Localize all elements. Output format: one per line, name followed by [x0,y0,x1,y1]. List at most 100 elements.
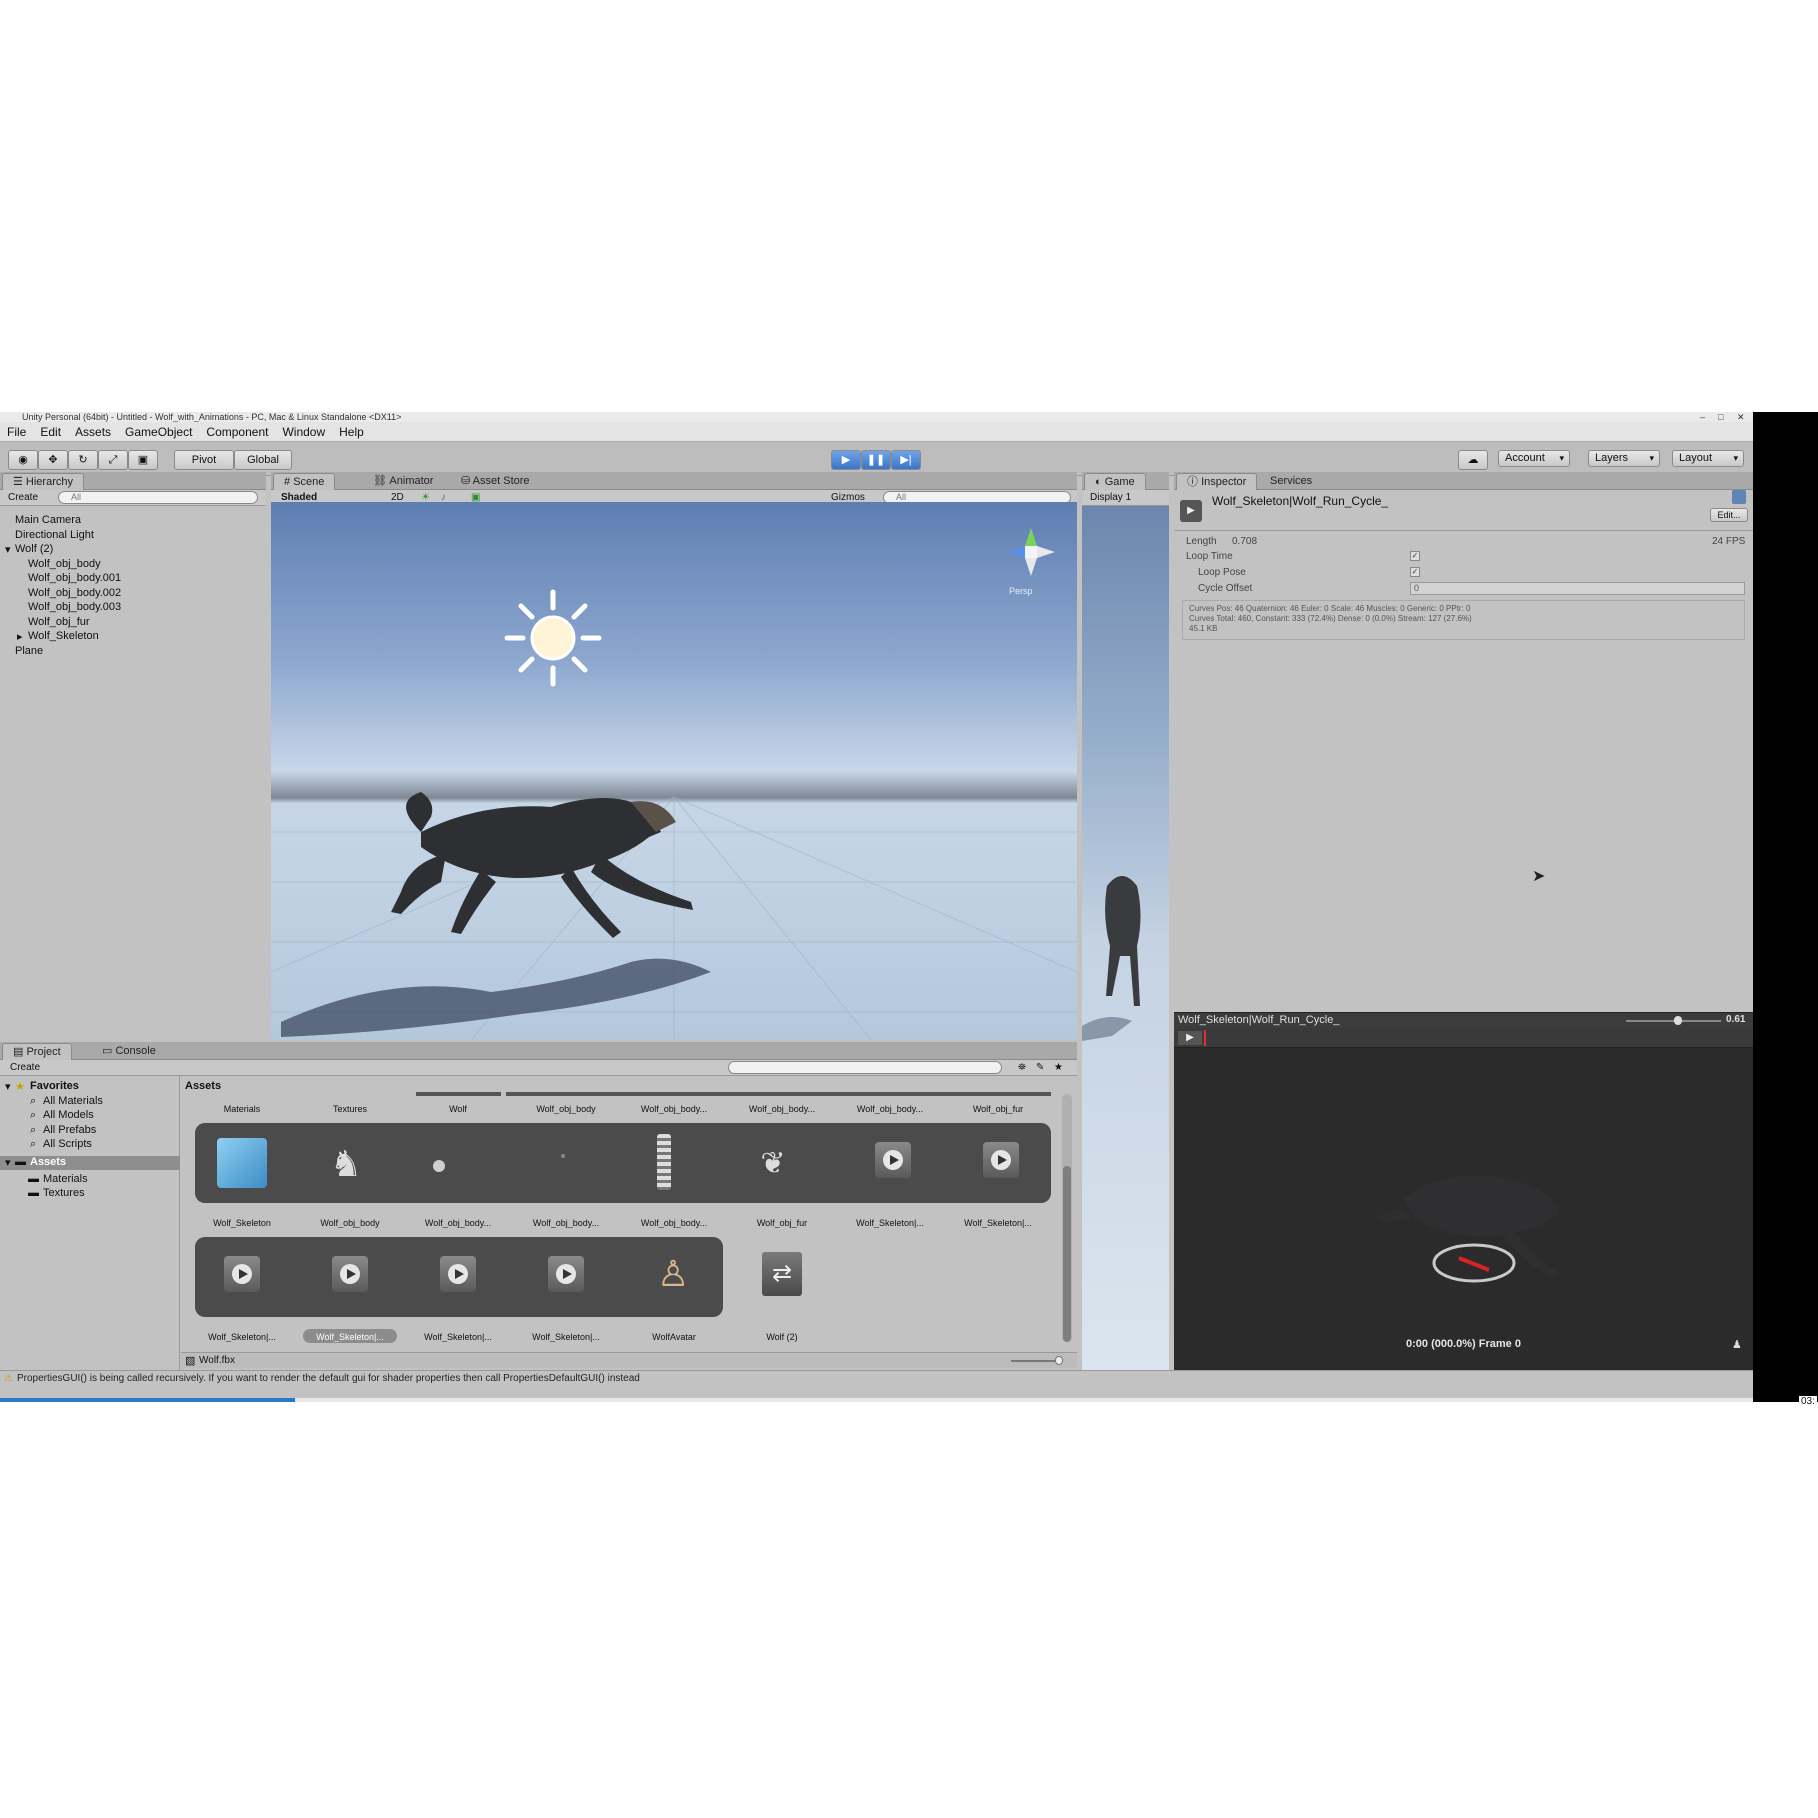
preview-viewport[interactable]: 0:00 (000.0%) Frame 0 ♟ [1174,1048,1753,1370]
project-search-input[interactable] [728,1061,1002,1074]
mesh-icon[interactable] [561,1154,565,1158]
loop-time-checkbox[interactable]: ✓ [1410,551,1420,561]
animation-clip-icon[interactable] [548,1256,584,1292]
hierarchy-item[interactable]: Wolf_obj_fur [28,616,90,628]
account-dropdown[interactable]: Account [1498,450,1570,467]
asset-label[interactable]: Wolf_obj_fur [953,1104,1043,1114]
move-tool-button[interactable]: ✥ [38,450,68,470]
avatar-icon[interactable]: ♙ [657,1252,689,1296]
menu-assets[interactable]: Assets [68,422,118,442]
animation-clip-icon[interactable] [224,1256,260,1292]
persp-label[interactable]: Persp [1009,586,1033,596]
assets-breadcrumb[interactable]: Assets [185,1080,221,1092]
hierarchy-item[interactable]: Wolf_obj_body.002 [28,587,121,599]
animation-clip-icon[interactable] [332,1256,368,1292]
asset-label[interactable]: Wolf_obj_body... [845,1104,935,1114]
settings-icon[interactable] [1732,490,1746,504]
asset-label[interactable]: Wolf_obj_fur [737,1218,827,1228]
fur-mesh-icon[interactable]: ❦ [755,1146,791,1182]
asset-label-selected[interactable]: Wolf_Skeleton|... [305,1332,395,1342]
asset-label[interactable]: Wolf_obj_body... [413,1218,503,1228]
asset-label[interactable]: Wolf_Skeleton|... [197,1332,287,1342]
folder-item[interactable]: Materials [43,1173,88,1185]
step-button[interactable]: ▶| [891,450,921,470]
status-bar[interactable]: ⚠ PropertiesGUI() is being called recursi… [0,1370,1753,1386]
mesh-icon[interactable] [433,1160,445,1172]
preview-play-button[interactable]: ▶ [1178,1031,1202,1045]
expand-arrow-icon[interactable]: ▾ [5,1080,11,1093]
menu-edit[interactable]: Edit [33,422,68,442]
layout-dropdown[interactable]: Layout [1672,450,1744,467]
asset-label[interactable]: Wolf_obj_body... [629,1218,719,1228]
tab-asset-store[interactable]: ⛁ Asset Store [451,473,540,490]
asset-label[interactable]: Wolf_Skeleton [197,1218,287,1228]
maximize-icon[interactable]: □ [1718,412,1723,422]
favorites-label[interactable]: Favorites [30,1080,79,1092]
menu-help[interactable]: Help [332,422,371,442]
hierarchy-item[interactable]: Wolf (2) [15,543,53,555]
asset-label[interactable]: Materials [197,1104,287,1114]
video-progress-bar[interactable] [0,1398,1753,1402]
timeline-cursor[interactable] [1204,1030,1206,1046]
display-dropdown[interactable]: Display 1 [1090,490,1131,506]
asset-label[interactable]: Wolf_obj_body... [737,1104,827,1114]
hierarchy-item[interactable]: Directional Light [15,529,94,541]
folder-item[interactable]: Textures [43,1187,85,1199]
edit-button[interactable]: Edit... [1710,508,1748,522]
asset-label[interactable]: Wolf_obj_body... [521,1218,611,1228]
prefab-cube-icon[interactable] [217,1138,267,1188]
wolf-mesh-icon[interactable]: ♞ [328,1138,364,1190]
rect-tool-button[interactable]: ▣ [128,450,158,470]
favorite-item[interactable]: All Models [43,1109,94,1121]
expand-arrow-icon[interactable]: ▾ [5,543,11,556]
close-icon[interactable]: ✕ [1737,412,1745,422]
hierarchy-item[interactable]: Main Camera [15,514,81,526]
tab-game[interactable]: ◐ Game [1084,473,1146,490]
hierarchy-item[interactable]: Wolf_obj_body [28,558,101,570]
favorite-item[interactable]: All Scripts [43,1138,92,1150]
scene-view[interactable]: Persp [271,502,1077,1040]
hand-tool-button[interactable]: ◉ [8,450,38,470]
tab-animator[interactable]: ⛓ Animator [363,473,443,490]
scale-tool-button[interactable]: ⤢ [98,450,128,470]
assets-scrollbar-thumb[interactable] [1063,1166,1071,1342]
assets-root-row[interactable]: ▾ ▬ Assets [0,1156,180,1170]
favorite-star-icon[interactable]: ★ [1054,1060,1063,1076]
menu-file[interactable]: File [0,422,33,442]
filter-type-icon[interactable]: ⛯ [1018,1060,1026,1076]
pause-button[interactable]: ❚❚ [861,450,891,470]
speed-slider-handle[interactable] [1674,1016,1682,1025]
collab-cloud-button[interactable]: ☁ [1458,450,1488,470]
favorite-item[interactable]: All Prefabs [43,1124,96,1136]
menu-gameobject[interactable]: GameObject [118,422,199,442]
hierarchy-item[interactable]: Plane [15,645,43,657]
menu-window[interactable]: Window [275,422,332,442]
play-button[interactable]: ▶ [831,450,861,470]
tab-console[interactable]: ▭ Console [92,1043,166,1060]
tab-scene[interactable]: # Scene [273,473,336,490]
icon-size-slider-handle[interactable] [1055,1356,1063,1365]
asset-label[interactable]: WolfAvatar [629,1332,719,1342]
tab-inspector[interactable]: ⓘ Inspector [1176,473,1258,490]
animation-clip-icon[interactable] [875,1142,911,1178]
expand-arrow-icon[interactable]: ▾ [5,1156,11,1169]
asset-label[interactable]: Wolf_Skeleton|... [845,1218,935,1228]
global-toggle[interactable]: Global [234,450,292,470]
asset-label[interactable]: Wolf_Skeleton|... [521,1332,611,1342]
hierarchy-item[interactable]: Wolf_obj_body.001 [28,572,121,584]
asset-label[interactable]: Wolf_Skeleton|... [413,1332,503,1342]
rotate-tool-button[interactable]: ↻ [68,450,98,470]
asset-label[interactable]: Wolf_obj_body [305,1218,395,1228]
tab-services[interactable]: Services [1260,473,1322,490]
hierarchy-item[interactable]: Wolf_obj_body.003 [28,601,121,613]
hierarchy-create-button[interactable]: Create [8,490,38,506]
hierarchy-item[interactable]: Wolf_Skeleton [28,630,99,642]
asset-label[interactable]: Wolf_Skeleton|... [953,1218,1043,1228]
tab-project[interactable]: ▤ Project [2,1043,72,1060]
collapse-arrow-icon[interactable]: ▸ [17,630,23,643]
pivot-toggle[interactable]: Pivot [174,450,234,470]
asset-label[interactable]: Wolf (2) [737,1332,827,1342]
asset-label[interactable]: Wolf [413,1104,503,1114]
minimize-icon[interactable]: – [1700,412,1705,422]
asset-label[interactable]: Textures [305,1104,395,1114]
